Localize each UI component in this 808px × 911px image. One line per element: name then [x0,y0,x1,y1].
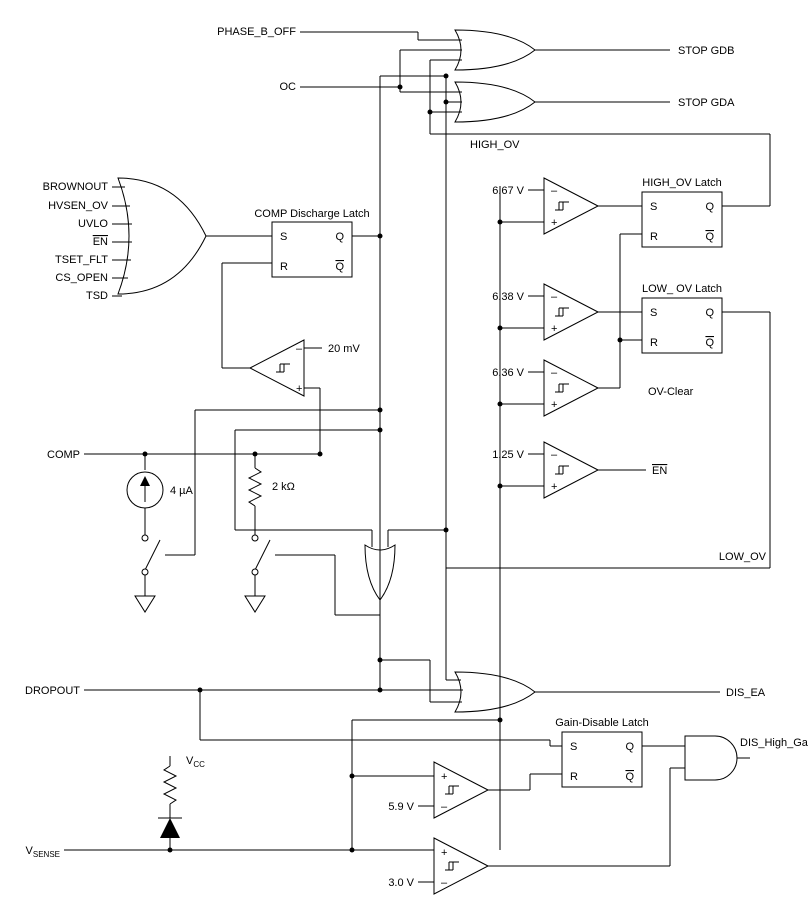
svg-text:Q: Q [625,771,634,783]
comparator-59v: – + [434,762,488,818]
low-ov-latch: S R Q Q [642,298,722,353]
and-gate-dis-high-gain [685,736,737,780]
svg-text:+: + [551,323,557,335]
svg-text:+: + [551,217,557,229]
high-ov-latch: S R Q Q [642,192,722,247]
label-dropout: DROPOUT [25,685,80,697]
resistor-vcc [164,766,176,804]
label-125v: 1.25 V [492,449,524,461]
switch-current-source [142,535,160,596]
svg-text:S: S [280,231,287,243]
comparator-638v: – + [544,284,598,340]
svg-text:R: R [650,231,658,243]
current-source-4ua [127,454,163,535]
svg-text:Q: Q [705,201,714,213]
label-uvlo: UVLO [78,218,108,230]
svg-text:–: – [441,877,448,889]
svg-text:S: S [650,201,657,213]
svg-text:Q: Q [705,231,714,243]
svg-text:+: + [441,847,447,859]
label-en-bar: EN [93,236,108,248]
resistor-2k [249,454,261,535]
label-hvsen-ov: HVSEN_OV [48,200,109,212]
comparator-667v: – + [544,178,598,234]
svg-text:R: R [570,771,578,783]
or-gate-stop-gdb [455,30,535,70]
label-30v: 3.0 V [388,877,414,889]
svg-text:–: – [551,449,558,461]
gain-disable-latch: S R Q Q [562,732,642,787]
svg-text:S: S [570,741,577,753]
svg-text:Q: Q [705,337,714,349]
label-638v: 6.38 V [492,291,524,303]
label-comp-discharge-latch: COMP Discharge Latch [254,208,369,220]
comparator-125v: – + [544,442,598,498]
label-vsense: VSENSE [26,845,60,859]
label-vcc: VCC [186,755,205,769]
label-low-ov-latch: LOW_ OV Latch [642,283,722,295]
label-low-ov: LOW_OV [719,551,767,563]
svg-text:Q: Q [335,261,344,273]
label-tset-flt: TSET_FLT [55,254,108,266]
label-ov-clear: OV-Clear [648,386,694,398]
svg-text:R: R [650,337,658,349]
svg-text:+: + [551,481,557,493]
label-667v: 6.67 V [492,185,524,197]
ground-icon [135,596,155,612]
label-dis-ea: DIS_EA [726,687,766,699]
ground-icon [245,596,265,612]
label-oc: OC [280,81,297,93]
label-phase-b-off: PHASE_B_OFF [217,26,296,38]
label-high-ov: HIGH_OV [470,139,520,151]
comparator-20mv: – + [250,340,304,396]
svg-text:–: – [441,801,448,813]
label-4ua: 4 µA [170,485,194,497]
label-stop-gdb: STOP GDB [678,45,734,57]
switch-resistor [252,535,270,596]
label-comp: COMP [47,449,80,461]
or-gate-dis-ea [455,672,535,712]
svg-text:–: – [551,291,558,303]
or-gate-faults [118,178,206,294]
label-tsd: TSD [86,290,108,302]
svg-text:Q: Q [335,231,344,243]
label-59v: 5.9 V [388,801,414,813]
label-2k: 2 kΩ [272,481,295,493]
label-636v: 6.36 V [492,367,524,379]
svg-text:+: + [296,383,302,395]
label-brownout: BROWNOUT [43,181,109,193]
label-stop-gda: STOP GDA [678,97,735,109]
comp-discharge-latch: S R Q Q [272,222,352,277]
svg-text:Q: Q [705,307,714,319]
svg-text:+: + [551,399,557,411]
svg-text:+: + [441,771,447,783]
label-20mv: 20 mV [328,343,360,355]
label-gain-disable-latch: Gain-Disable Latch [555,717,649,729]
svg-text:–: – [296,343,303,355]
or-gate-stop-gda [455,82,535,122]
label-dis-high-gain: DIS_High_Gain [740,737,808,749]
comparator-30v: – + [434,838,488,894]
clamp-diode [158,804,182,850]
block-diagram: PHASE_B_OFF OC STOP GDB STOP GDA HIGH_OV… [0,0,808,911]
svg-text:–: – [551,185,558,197]
label-en-out: EN [652,465,667,477]
svg-text:Q: Q [625,741,634,753]
svg-text:–: – [551,367,558,379]
label-cs-open: CS_OPEN [55,272,108,284]
svg-text:S: S [650,307,657,319]
comparator-636v: – + [544,360,598,416]
label-high-ov-latch: HIGH_OV Latch [642,177,721,189]
svg-text:R: R [280,261,288,273]
